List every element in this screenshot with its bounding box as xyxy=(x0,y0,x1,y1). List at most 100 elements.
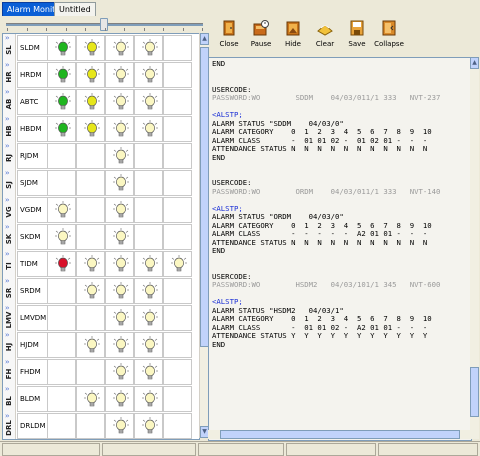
alarm-cell[interactable] xyxy=(47,413,76,439)
scroll-thumb[interactable] xyxy=(220,430,460,439)
alarm-row-rj[interactable]: ›› RJ RJDM xyxy=(3,142,199,169)
alarm-row-hb[interactable]: ›› HB HBDM xyxy=(3,115,199,142)
alarm-cell[interactable] xyxy=(105,62,134,88)
alarm-cell[interactable] xyxy=(134,359,163,385)
alarm-cell[interactable] xyxy=(47,305,76,331)
alarm-cell[interactable] xyxy=(47,170,76,196)
row-tag[interactable]: ›› HR xyxy=(3,61,16,88)
row-tag[interactable]: ›› TI xyxy=(3,250,16,277)
alarm-cell[interactable] xyxy=(105,116,134,142)
alarm-cell[interactable] xyxy=(47,116,76,142)
alarm-cell[interactable] xyxy=(134,332,163,358)
alarm-cell[interactable] xyxy=(47,197,76,223)
close-button[interactable]: Close xyxy=(212,17,246,57)
scroll-thumb[interactable] xyxy=(470,367,479,417)
alarm-row-ab[interactable]: ›› AB ABTC xyxy=(3,88,199,115)
alarm-cell[interactable] xyxy=(134,386,163,412)
row-tag[interactable]: ›› RJ xyxy=(3,142,16,169)
alarm-cell[interactable] xyxy=(163,62,192,88)
collapse-button[interactable]: Collapse xyxy=(372,17,406,57)
scroll-up-arrow[interactable]: ▲ xyxy=(200,33,209,45)
alarm-cell[interactable] xyxy=(105,386,134,412)
alarm-cell[interactable] xyxy=(134,224,163,250)
alarm-cell[interactable] xyxy=(134,35,163,61)
alarm-cell[interactable] xyxy=(76,170,105,196)
alarm-cell[interactable] xyxy=(76,278,105,304)
alarm-cell[interactable] xyxy=(163,116,192,142)
alarm-cell[interactable] xyxy=(134,143,163,169)
alarm-cell[interactable] xyxy=(163,251,192,277)
alarm-row-sk[interactable]: ›› SK SKDM xyxy=(3,223,199,250)
alarm-cell[interactable] xyxy=(105,278,134,304)
scroll-up-arrow[interactable]: ▲ xyxy=(470,57,479,69)
alarm-cell[interactable] xyxy=(47,224,76,250)
zoom-slider[interactable] xyxy=(2,17,207,31)
tab-untitled[interactable]: Untitled xyxy=(54,2,96,16)
alarm-row-sl[interactable]: ›› SL SLDM xyxy=(3,34,199,61)
alarm-cell[interactable] xyxy=(163,332,192,358)
alarm-cell[interactable] xyxy=(105,251,134,277)
alarm-cell[interactable] xyxy=(76,89,105,115)
alarm-cell[interactable] xyxy=(76,413,105,439)
alarm-cell[interactable] xyxy=(163,197,192,223)
row-tag[interactable]: ›› SJ xyxy=(3,169,16,196)
alarm-cell[interactable] xyxy=(163,278,192,304)
alarm-cell[interactable] xyxy=(105,224,134,250)
alarm-cell[interactable] xyxy=(47,89,76,115)
alarm-cell[interactable] xyxy=(134,116,163,142)
alarm-cell[interactable] xyxy=(163,359,192,385)
alarm-cell[interactable] xyxy=(163,35,192,61)
row-tag[interactable]: ›› DRL xyxy=(3,412,16,439)
log-horizontal-scrollbar[interactable] xyxy=(208,430,470,439)
alarm-cell[interactable] xyxy=(163,143,192,169)
alarm-cell[interactable] xyxy=(76,224,105,250)
alarm-cell[interactable] xyxy=(105,359,134,385)
row-tag[interactable]: ›› HJ xyxy=(3,331,16,358)
alarm-cell[interactable] xyxy=(134,89,163,115)
alarm-cell[interactable] xyxy=(163,305,192,331)
alarm-cell[interactable] xyxy=(105,413,134,439)
alarm-cell[interactable] xyxy=(76,305,105,331)
alarm-row-hj[interactable]: ›› HJ HJDM xyxy=(3,331,199,358)
alarm-cell[interactable] xyxy=(47,35,76,61)
alarm-cell[interactable] xyxy=(163,386,192,412)
alarm-row-drl[interactable]: ›› DRL DRLDM xyxy=(3,412,199,439)
alarm-cell[interactable] xyxy=(134,251,163,277)
alarm-cell[interactable] xyxy=(163,413,192,439)
row-tag[interactable]: ›› LMV xyxy=(3,304,16,331)
alarm-cell[interactable] xyxy=(163,224,192,250)
alarm-cell[interactable] xyxy=(134,278,163,304)
row-tag[interactable]: ›› FH xyxy=(3,358,16,385)
alarm-cell[interactable] xyxy=(105,305,134,331)
row-tag[interactable]: ›› SR xyxy=(3,277,16,304)
alarm-cell[interactable] xyxy=(105,197,134,223)
alarm-cell[interactable] xyxy=(163,170,192,196)
alarm-cell[interactable] xyxy=(76,386,105,412)
alarm-cell[interactable] xyxy=(134,62,163,88)
alarm-cell[interactable] xyxy=(105,143,134,169)
row-tag[interactable]: ›› BL xyxy=(3,385,16,412)
alarm-cell[interactable] xyxy=(105,332,134,358)
alarm-cell[interactable] xyxy=(76,332,105,358)
alarm-row-hr[interactable]: ›› HR HRDM xyxy=(3,61,199,88)
alarm-cell[interactable] xyxy=(76,62,105,88)
alarm-cell[interactable] xyxy=(105,170,134,196)
row-tag[interactable]: ›› AB xyxy=(3,88,16,115)
alarm-cell[interactable] xyxy=(134,197,163,223)
alarm-cell[interactable] xyxy=(134,305,163,331)
alarm-cell[interactable] xyxy=(76,143,105,169)
alarm-cell[interactable] xyxy=(47,143,76,169)
alarm-cell[interactable] xyxy=(163,89,192,115)
alarm-cell[interactable] xyxy=(134,413,163,439)
alarm-cell[interactable] xyxy=(47,332,76,358)
alarm-cell[interactable] xyxy=(76,197,105,223)
alarm-cell[interactable] xyxy=(47,359,76,385)
log-vertical-scrollbar[interactable]: ▲ xyxy=(470,57,479,439)
alarm-row-lmv[interactable]: ›› LMV LMVDM xyxy=(3,304,199,331)
alarm-row-sr[interactable]: ›› SR SRDM xyxy=(3,277,199,304)
alarm-row-fh[interactable]: ›› FH FHDM xyxy=(3,358,199,385)
alarm-cell[interactable] xyxy=(47,62,76,88)
alarm-cell[interactable] xyxy=(47,251,76,277)
alarm-row-vg[interactable]: ›› VG VGDM xyxy=(3,196,199,223)
alarm-row-bl[interactable]: ›› BL BLDM xyxy=(3,385,199,412)
